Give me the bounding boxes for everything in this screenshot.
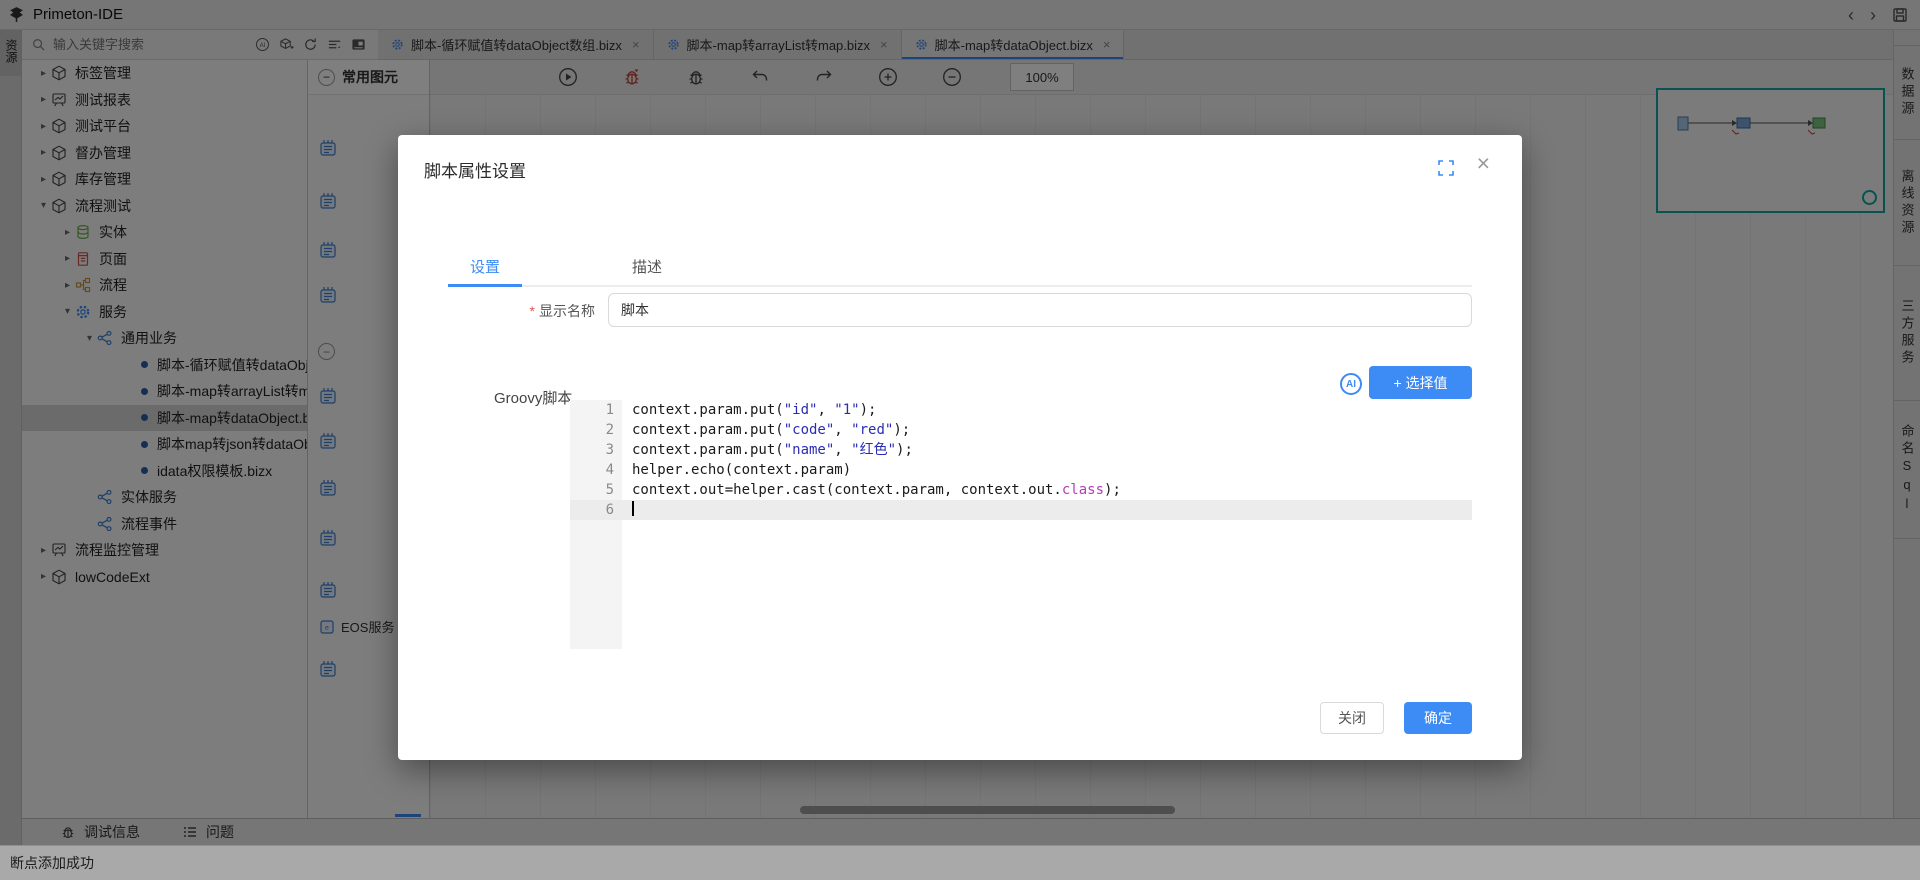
line-number: 2 xyxy=(570,420,622,440)
script-properties-dialog: 脚本属性设置 × 设置 描述 *显示名称 Groovy脚本 AI + 选择值 1… xyxy=(398,135,1522,760)
line-number: 1 xyxy=(570,400,622,420)
application-window: Primeton-IDE ‹ › 资源 AI ▸标签 xyxy=(0,0,1920,880)
code-line[interactable]: 1context.param.put("id", "1"); xyxy=(570,400,1472,420)
dialog-title: 脚本属性设置 xyxy=(424,157,526,182)
maximize-icon[interactable] xyxy=(1438,160,1454,176)
confirm-button[interactable]: 确定 xyxy=(1404,702,1472,734)
code-line[interactable]: 4helper.echo(context.param) xyxy=(570,460,1472,480)
text-cursor xyxy=(632,501,634,516)
tab-settings[interactable]: 设置 xyxy=(448,247,522,285)
code-line-text: context.param.put("name", "红色"); xyxy=(622,440,913,460)
tab-description[interactable]: 描述 xyxy=(610,247,684,285)
ai-generate-icon[interactable]: AI xyxy=(1340,373,1362,395)
code-line-text xyxy=(622,500,634,520)
code-line[interactable]: 5context.out=helper.cast(context.param, … xyxy=(570,480,1472,500)
select-value-button[interactable]: + 选择值 xyxy=(1369,366,1472,399)
dialog-tab-bar: 设置 描述 xyxy=(448,247,1472,287)
status-message: 断点添加成功 xyxy=(10,853,94,873)
code-line-text: context.param.put("code", "red"); xyxy=(622,420,910,440)
line-number: 4 xyxy=(570,460,622,480)
code-line[interactable]: 3context.param.put("name", "红色"); xyxy=(570,440,1472,460)
display-name-label: *显示名称 xyxy=(398,301,595,321)
status-bar: 断点添加成功 xyxy=(0,845,1920,880)
display-name-input[interactable] xyxy=(608,293,1472,327)
groovy-code-editor[interactable]: 1context.param.put("id", "1");2context.p… xyxy=(570,400,1472,649)
code-line[interactable]: 6 xyxy=(570,500,1472,520)
code-line-text: helper.echo(context.param) xyxy=(622,460,851,480)
code-line-text: context.out=helper.cast(context.param, c… xyxy=(622,480,1121,500)
line-number: 3 xyxy=(570,440,622,460)
required-mark: * xyxy=(530,303,535,319)
close-icon[interactable]: × xyxy=(1477,152,1490,175)
code-line-text: context.param.put("id", "1"); xyxy=(622,400,876,420)
code-line[interactable]: 2context.param.put("code", "red"); xyxy=(570,420,1472,440)
line-number: 6 xyxy=(570,500,622,520)
close-button[interactable]: 关闭 xyxy=(1320,702,1384,734)
line-number: 5 xyxy=(570,480,622,500)
groovy-script-label: Groovy脚本 xyxy=(494,387,572,408)
